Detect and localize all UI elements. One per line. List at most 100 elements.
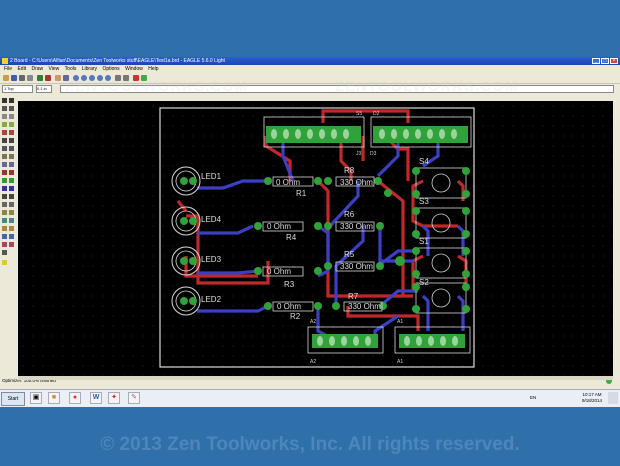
- hole-icon[interactable]: [9, 218, 14, 223]
- board-canvas[interactable]: LED1 LED4 LED3 LED2 0 Ohm R1 0 Ohm R4 0 …: [18, 101, 613, 376]
- label-led4: LED4: [201, 215, 222, 224]
- menu-help[interactable]: Help: [148, 65, 158, 73]
- menu-draw[interactable]: Draw: [31, 65, 43, 73]
- background-frame-top: [0, 0, 620, 56]
- chrome-icon[interactable]: ●: [69, 392, 81, 404]
- delete-icon[interactable]: [9, 138, 14, 143]
- value-r4: 0 Ohm: [267, 222, 291, 231]
- print-icon[interactable]: [19, 75, 25, 81]
- pinswap-icon[interactable]: [9, 146, 14, 151]
- watermark-left: ZENTOOLWORKS.COM: [65, 78, 249, 95]
- wire-icon[interactable]: [9, 186, 14, 191]
- label-r3: R3: [284, 280, 295, 289]
- minimize-button[interactable]: _: [592, 58, 600, 64]
- value-r3: 0 Ohm: [267, 267, 291, 276]
- change-icon[interactable]: [9, 130, 14, 135]
- label-a1-bottom: A1: [397, 359, 403, 365]
- add-icon[interactable]: [2, 146, 7, 151]
- move-icon[interactable]: [2, 114, 7, 119]
- app-icon: [2, 58, 8, 64]
- ulp-icon[interactable]: [55, 75, 61, 81]
- attribute-icon[interactable]: [2, 226, 7, 231]
- label-r4: R4: [286, 233, 297, 242]
- label-s5: S5: [356, 111, 362, 117]
- route-icon[interactable]: [9, 178, 14, 183]
- label-d3: D3: [370, 151, 377, 157]
- label-d2: D2: [373, 111, 380, 117]
- layer-select[interactable]: 1 Top: [2, 85, 33, 93]
- warning-icon[interactable]: [2, 260, 7, 265]
- cam-icon[interactable]: [27, 75, 33, 81]
- paint-icon[interactable]: ✎: [128, 392, 140, 404]
- auto-icon[interactable]: [9, 234, 14, 239]
- save-icon[interactable]: [11, 75, 17, 81]
- name-icon[interactable]: [9, 154, 14, 159]
- schematic-icon[interactable]: [37, 75, 43, 81]
- start-button[interactable]: Start: [1, 392, 25, 406]
- header-s5: [266, 126, 361, 143]
- replace-icon[interactable]: [2, 154, 7, 159]
- rect-icon[interactable]: [9, 202, 14, 207]
- label-led1: LED1: [201, 172, 222, 181]
- maximize-button[interactable]: □: [601, 58, 609, 64]
- label-r7: R7: [348, 292, 359, 301]
- label-a2-bottom: A2: [310, 359, 316, 365]
- system-tray: EN 10:17 AM 9/18/2014: [530, 390, 620, 407]
- menu-view[interactable]: View: [49, 65, 60, 73]
- word-icon[interactable]: W: [90, 392, 102, 404]
- menu-file[interactable]: File: [4, 65, 12, 73]
- signal-icon[interactable]: [2, 218, 7, 223]
- menu-tools[interactable]: Tools: [65, 65, 77, 73]
- header-d2: [373, 126, 468, 143]
- value-r6: 330 Ohm: [340, 222, 373, 231]
- explorer-icon[interactable]: ▣: [30, 392, 42, 404]
- ratsnest-icon[interactable]: [2, 234, 7, 239]
- errors-icon[interactable]: [2, 250, 7, 255]
- show-desktop-button[interactable]: [608, 392, 618, 404]
- menu-window[interactable]: Window: [125, 65, 143, 73]
- split-icon[interactable]: [9, 170, 14, 175]
- menu-library[interactable]: Library: [82, 65, 97, 73]
- text-icon[interactable]: [2, 194, 7, 199]
- close-button[interactable]: ×: [610, 58, 618, 64]
- coordinate-display: 0.1 in: [36, 85, 52, 93]
- smash-icon[interactable]: [9, 162, 14, 167]
- ripup-icon[interactable]: [2, 186, 7, 191]
- clock[interactable]: 10:17 AM 9/18/2014: [582, 392, 602, 404]
- paste-icon[interactable]: [2, 138, 7, 143]
- show-icon[interactable]: [9, 98, 14, 103]
- folder-icon[interactable]: ■: [48, 392, 60, 404]
- eagle-taskbar-icon[interactable]: ✦: [108, 392, 120, 404]
- copy-icon[interactable]: [9, 114, 14, 119]
- display-icon[interactable]: [2, 106, 7, 111]
- label-s1: S1: [419, 237, 429, 246]
- info-icon[interactable]: [2, 98, 7, 103]
- erc-icon[interactable]: [2, 242, 7, 247]
- open-icon[interactable]: [3, 75, 9, 81]
- optimize-icon[interactable]: [2, 178, 7, 183]
- arc-icon[interactable]: [2, 202, 7, 207]
- copyright-text: © 2013 Zen Toolworks, Inc. All rights re…: [100, 434, 520, 455]
- mark-icon[interactable]: [9, 106, 14, 111]
- label-r6: R6: [344, 210, 355, 219]
- value-r8: 330 Ohm: [340, 178, 373, 187]
- polygon-icon[interactable]: [2, 210, 7, 215]
- board-icon[interactable]: [45, 75, 51, 81]
- value-r7: 330 Ohm: [348, 302, 381, 311]
- group-icon[interactable]: [2, 130, 7, 135]
- rotate-icon[interactable]: [9, 122, 14, 127]
- mirror-icon[interactable]: [2, 122, 7, 127]
- circle-icon[interactable]: [9, 194, 14, 199]
- miter-icon[interactable]: [2, 170, 7, 175]
- menu-options[interactable]: Options: [102, 65, 119, 73]
- drc-icon[interactable]: [9, 242, 14, 247]
- label-r1: R1: [296, 189, 307, 198]
- dimension-icon[interactable]: [9, 226, 14, 231]
- horizontal-scrollbar[interactable]: [18, 376, 613, 380]
- label-j3: J3: [356, 151, 362, 157]
- label-led2: LED2: [201, 295, 222, 304]
- value-icon[interactable]: [2, 162, 7, 167]
- language-indicator[interactable]: EN: [530, 395, 536, 400]
- via-icon[interactable]: [9, 210, 14, 215]
- menu-edit[interactable]: Edit: [17, 65, 26, 73]
